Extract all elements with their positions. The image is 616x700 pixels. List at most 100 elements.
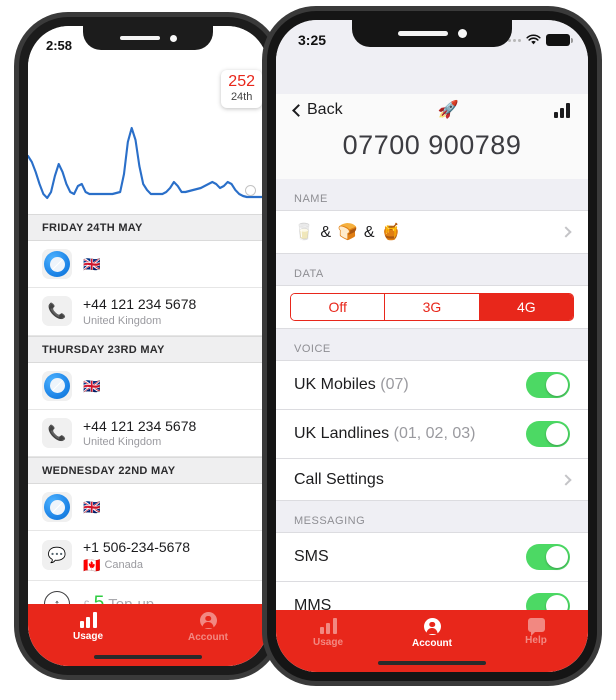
data-segmented-wrap: Off 3G 4G: [276, 285, 588, 329]
sms-row[interactable]: SMS: [276, 532, 588, 582]
battery-icon: [546, 34, 573, 46]
mms-row[interactable]: MMS: [276, 582, 588, 610]
page-title: 07700 900789: [276, 128, 588, 179]
list-item[interactable]: 🇬🇧: [28, 362, 268, 410]
topup-amount: 5: [93, 592, 105, 605]
group-header-data: DATA: [294, 268, 324, 280]
group-header-name: NAME: [294, 193, 328, 205]
home-indicator: [378, 660, 486, 665]
nav-bar: Back 🚀: [276, 94, 588, 128]
phone-right-bezel: 3:25 Back 🚀 07700 900789 NAME 🥛 & 🍞 & 🍯 …: [267, 11, 597, 681]
topup-text: £ 5 Top-up: [83, 593, 154, 605]
incoming-call-icon: 📞: [42, 417, 72, 448]
segment-off[interactable]: Off: [291, 294, 386, 320]
tab-help[interactable]: Help: [484, 618, 588, 646]
safari-icon: [42, 370, 72, 401]
country-flag-icon: 🇬🇧: [83, 256, 101, 272]
front-camera-icon: [169, 34, 177, 42]
call-settings-row[interactable]: Call Settings: [276, 459, 588, 501]
speaker-grille-icon: [397, 31, 448, 36]
tab-label: Account: [412, 638, 452, 649]
name-value: 🥛 & 🍞 & 🍯: [294, 224, 402, 241]
country-flag-icon: 🇨🇦: [83, 556, 101, 573]
mms-toggle[interactable]: [526, 593, 570, 610]
tab-label: Usage: [312, 637, 343, 648]
safari-icon: [42, 249, 72, 279]
chevron-right-icon: [560, 226, 572, 238]
call-settings-label: Call Settings: [294, 470, 384, 488]
rocket-icon: 🚀: [437, 100, 459, 119]
list-item[interactable]: 💬 +1 506-234-5678 🇨🇦 Canada: [28, 531, 268, 581]
bar-chart-icon: [319, 618, 337, 634]
list-item[interactable]: ↑ £ 5 Top-up: [28, 580, 268, 605]
back-label: Back: [307, 101, 343, 118]
topup-arrow-icon: ↑: [42, 589, 72, 604]
list-item[interactable]: 🇬🇧: [28, 484, 268, 531]
message-icon: 💬: [42, 540, 72, 571]
phone-left-bezel: 2:58 252 24th FRIDAY 24TH MAY 🇬🇧 📞 +44 1…: [19, 17, 277, 675]
sms-toggle[interactable]: [526, 544, 570, 570]
topup-label: Top-up: [108, 595, 155, 605]
notch-left: [83, 26, 213, 50]
list-item-subtitle: 🇨🇦 Canada: [83, 556, 143, 573]
group-header-messaging: MESSAGING: [294, 515, 366, 527]
name-row[interactable]: 🥛 & 🍞 & 🍯: [276, 210, 588, 254]
list-item-title: +44 121 234 5678: [83, 417, 197, 434]
uk-landlines-prefix: (01, 02, 03): [393, 425, 476, 442]
bar-chart-icon: [79, 612, 97, 628]
chart-tooltip: 252 24th: [221, 70, 262, 109]
tab-account[interactable]: Account: [380, 618, 484, 649]
section-header: WEDNESDAY 22ND MAY: [28, 457, 268, 484]
uk-landlines-label: UK Landlines (01, 02, 03): [294, 425, 476, 442]
bar-chart-icon[interactable]: [554, 102, 570, 118]
tab-usage[interactable]: Usage: [276, 618, 380, 648]
incoming-call-icon: 📞: [42, 296, 72, 327]
list-item-subtitle: United Kingdom: [83, 314, 162, 327]
uk-landlines-toggle[interactable]: [526, 421, 570, 447]
segment-3g[interactable]: 3G: [385, 294, 480, 320]
usage-chart-line: [28, 126, 268, 200]
tab-label: Help: [525, 635, 547, 646]
wifi-icon: [526, 34, 541, 45]
usage-list[interactable]: FRIDAY 24TH MAY 🇬🇧 📞 +44 121 234 5678 Un…: [28, 214, 268, 604]
account-person-icon: [423, 618, 441, 635]
uk-mobiles-toggle[interactable]: [526, 372, 570, 398]
tab-label: Account: [188, 632, 228, 643]
list-item[interactable]: 🇬🇧: [28, 241, 268, 288]
list-item[interactable]: 📞 +44 121 234 5678 United Kingdom: [28, 288, 268, 336]
tab-account[interactable]: Account: [148, 612, 268, 643]
segment-4g[interactable]: 4G: [479, 294, 573, 320]
list-item-title: +44 121 234 5678: [83, 296, 197, 312]
account-person-icon: [199, 612, 217, 629]
uk-landlines-row[interactable]: UK Landlines (01, 02, 03): [276, 410, 588, 459]
list-item[interactable]: 📞 +44 121 234 5678 United Kingdom: [28, 409, 268, 457]
chevron-right-icon: [560, 473, 572, 486]
front-camera-icon: [457, 29, 467, 38]
usage-chart[interactable]: 252 24th: [28, 70, 268, 214]
group-header-voice: VOICE: [294, 343, 331, 355]
status-time: 3:25: [298, 32, 327, 48]
speaker-grille-icon: [119, 36, 160, 40]
chart-tooltip-day: 24th: [230, 91, 253, 104]
tab-label: Usage: [72, 631, 103, 642]
status-time: 2:58: [46, 38, 73, 53]
mms-label: MMS: [294, 597, 332, 610]
list-item-text: +44 121 234 5678 United Kingdom: [83, 296, 254, 327]
phone-right-screen: 3:25 Back 🚀 07700 900789 NAME 🥛 & 🍞 & 🍯 …: [276, 20, 588, 672]
section-header: FRIDAY 24TH MAY: [28, 214, 268, 241]
sms-label: SMS: [294, 548, 329, 565]
status-indicators: [503, 30, 573, 46]
section-header: THURSDAY 23RD MAY: [28, 335, 268, 363]
chart-scrub-handle[interactable]: [245, 185, 256, 196]
chat-bubble-icon: [527, 618, 545, 636]
screenshot-stage: 2:58 252 24th FRIDAY 24TH MAY 🇬🇧 📞 +44 1…: [0, 0, 616, 700]
uk-mobiles-row[interactable]: UK Mobiles (07): [276, 360, 588, 410]
data-segmented-control[interactable]: Off 3G 4G: [290, 293, 574, 321]
country-flag-icon: 🇬🇧: [83, 377, 101, 394]
tab-usage[interactable]: Usage: [28, 612, 148, 642]
settings-list[interactable]: NAME 🥛 & 🍞 & 🍯 DATA Off 3G 4G VOICE UK M…: [276, 179, 588, 610]
back-button[interactable]: Back: [292, 101, 343, 119]
list-item-title: +1 506-234-5678: [83, 539, 191, 555]
list-item-text: +44 121 234 5678 United Kingdom: [83, 418, 254, 449]
country-flag-icon: 🇬🇧: [83, 499, 101, 515]
